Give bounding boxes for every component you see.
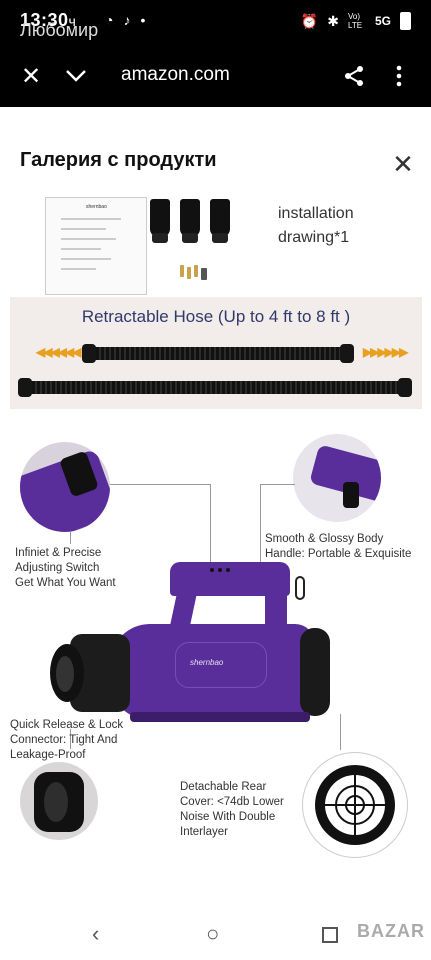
battery-icon [400,12,411,30]
dot-icon: • [140,12,146,28]
status-right: ⏰ ✱ Vo) LTE 5G [301,12,411,30]
dryer-brand: shernbao [190,658,224,667]
carrier-overlay: Любомир [20,20,99,40]
url-text[interactable]: amazon.com [121,64,230,86]
dryer-body: shernbao [40,562,330,724]
gallery-header: Галерия с продукти ✕ [0,107,431,198]
bluetooth-icon: ✱ [327,12,339,29]
network-label: 5G [374,14,391,28]
connector-label: Quick Release & Lock Connector: Tight An… [10,719,124,761]
gallery-scroll-area[interactable]: shernbao installation drawing*1 Retracta… [0,197,431,907]
recents-icon[interactable] [322,923,338,949]
connector-line [70,532,71,544]
left-arrows-icon: ◀◀◀◀◀◀ [36,345,81,359]
system-navbar: ‹ ○ BAZAR [0,907,431,960]
lte-icon: Vo) LTE [347,12,363,30]
dryer-image: Infiniet & Precise Adjusting Switch Get … [10,434,422,867]
screws [178,265,208,280]
caption-line-1: installation [278,205,354,222]
connector-line [260,484,261,572]
nozzle-2 [180,199,200,243]
close-icon[interactable]: ✕ [15,60,47,92]
status-bar: 13:30ч Любомир ◔ ♪ • ⏰ ✱ Vo) LTE 5G [0,0,431,44]
accessory-caption: installation drawing*1 [278,202,354,250]
accessories-image: shernbao installation drawing*1 [10,197,422,295]
alarm-icon: ⏰ [300,12,319,29]
browser-url-bar: ✕ amazon.com [0,52,431,100]
home-icon[interactable]: ○ [206,921,219,947]
caption-line-2: drawing*1 [278,229,350,246]
nozzle-3 [210,199,230,243]
hose-image: Retractable Hose (Up to 4 ft to 8 ft ) ◀… [10,297,422,409]
rear-cover-closeup [302,752,408,858]
manual-booklet: shernbao [45,197,147,295]
share-icon[interactable] [338,60,370,92]
product-gallery-sheet: Галерия с продукти ✕ shernbao installati… [0,107,431,907]
manual-brand: shernbao [86,204,107,210]
switch-closeup [20,442,110,532]
connector-line [110,484,210,485]
messenger-icon: ◔ [105,12,114,28]
connector-closeup [20,762,98,840]
rear-cover-label: Detachable Rear Cover: <74db Lower Noise… [180,781,284,838]
nozzle-1 [150,199,170,243]
top-bar: 13:30ч Любомир ◔ ♪ • ⏰ ✱ Vo) LTE 5G ✕ am… [0,0,431,107]
hose-title: Retractable Hose (Up to 4 ft to 8 ft ) [81,307,351,326]
connector-line [260,484,295,485]
back-icon[interactable]: ‹ [92,921,99,947]
right-arrows-icon: ▶▶▶▶▶▶ [363,345,408,359]
watermark-logo: BAZAR [357,921,425,941]
handle-closeup [293,434,381,522]
more-vert-icon[interactable] [383,60,415,92]
hose-long [18,378,412,397]
hose-short [82,344,354,363]
tiktok-icon: ♪ [123,12,131,28]
notification-icons: ◔ ♪ • [105,12,145,28]
gallery-close-icon[interactable]: ✕ [390,151,416,177]
chevron-down-icon[interactable] [60,60,92,92]
handle-label: Smooth & Glossy Body Handle: Portable & … [265,533,412,560]
gallery-title: Галерия с продукти [20,149,217,171]
connector-line [210,484,211,570]
connector-line [340,714,341,750]
